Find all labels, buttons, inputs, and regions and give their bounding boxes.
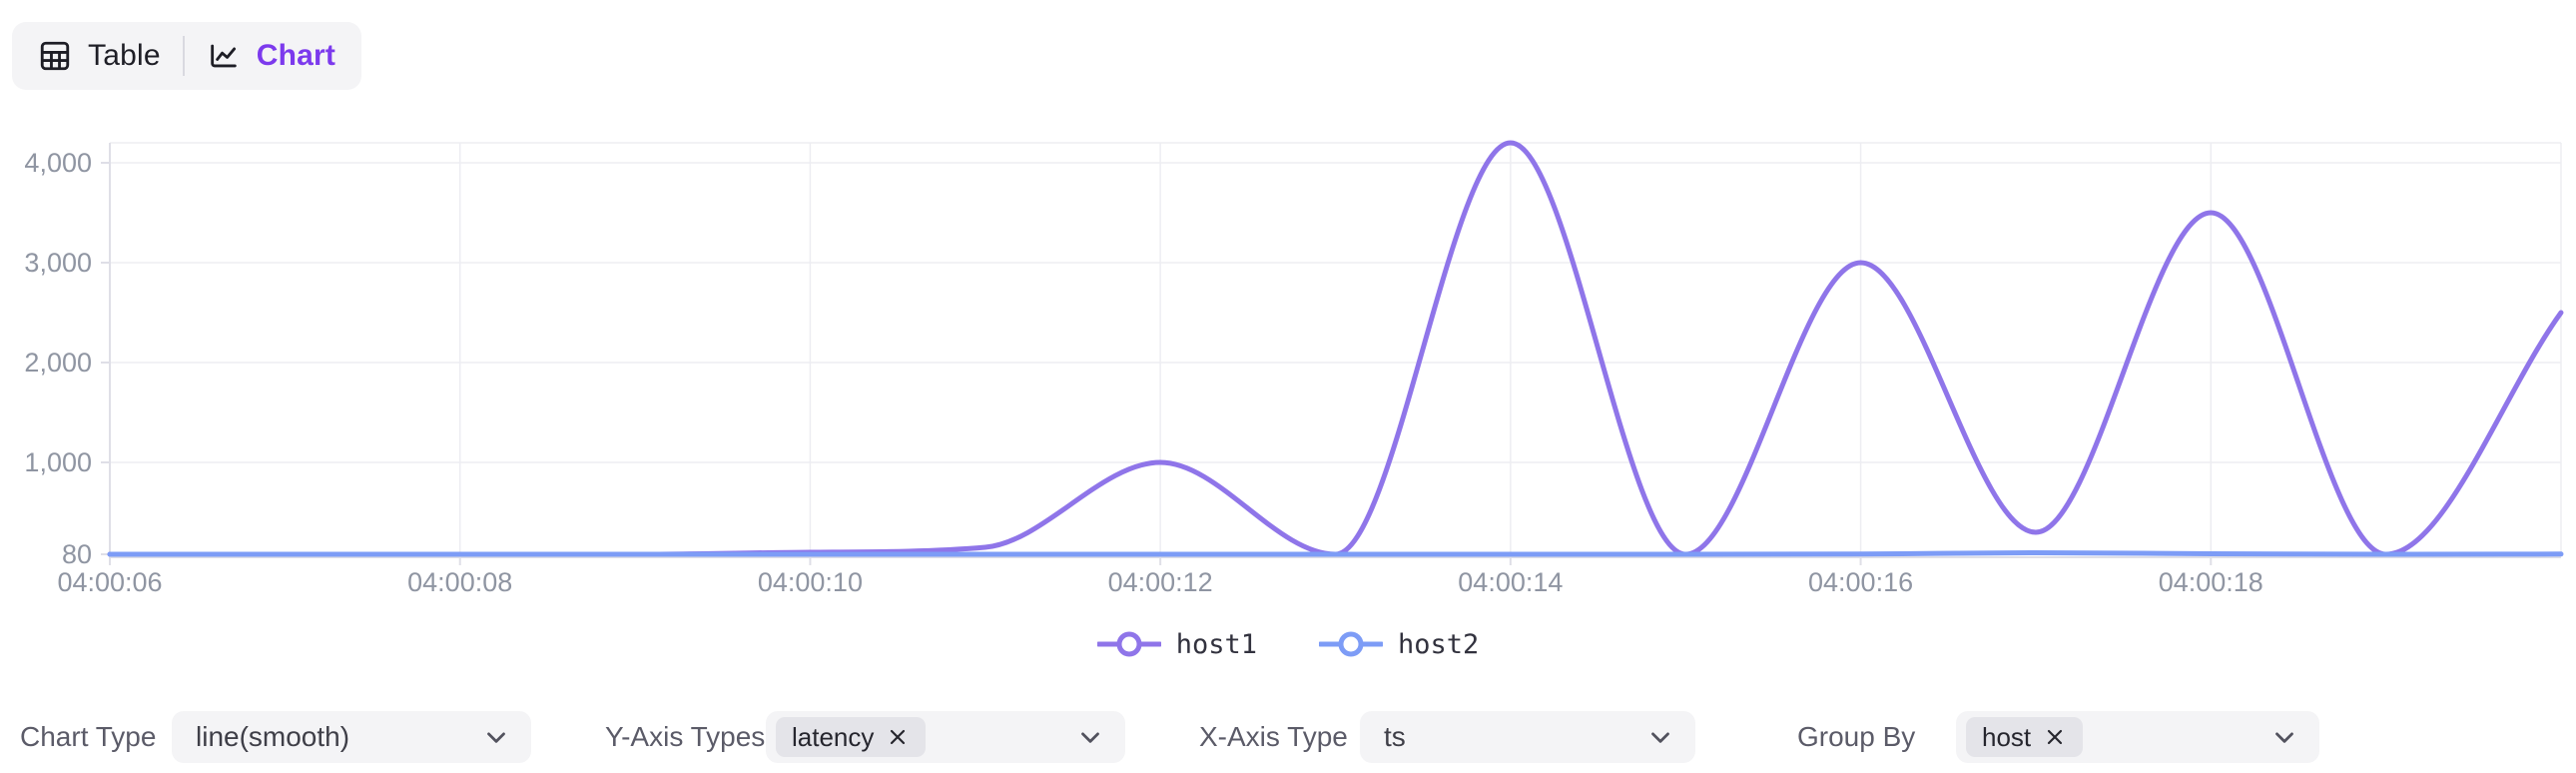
x-tick-label: 04:00:12 [1070, 567, 1250, 598]
chart-type-value: line(smooth) [196, 721, 481, 753]
x-axis-type-value: ts [1384, 721, 1645, 753]
chart-controls: Chart Type line(smooth) Y-Axis Types lat… [0, 709, 2576, 765]
y-axis-tag-latency[interactable]: latency [776, 717, 926, 757]
remove-tag-icon[interactable] [886, 725, 910, 749]
tag-label: host [1982, 722, 2031, 753]
tag-label: latency [792, 722, 874, 753]
legend-marker-host2 [1319, 629, 1383, 659]
y-tick-label: 3,000 [0, 248, 92, 279]
legend-label-host2: host2 [1398, 629, 1479, 660]
group-by-label: Group By [1797, 709, 1915, 765]
chart-view-page: Table Chart 801,0002,0003,0004,00004:00:… [0, 0, 2576, 773]
legend-label-host1: host1 [1176, 629, 1257, 660]
x-tick-label: 04:00:10 [720, 567, 900, 598]
chevron-down-icon [481, 722, 511, 752]
remove-tag-icon[interactable] [2043, 725, 2067, 749]
y-tick-label: 1,000 [0, 447, 92, 478]
x-tick-label: 04:00:08 [370, 567, 550, 598]
chart-type-label: Chart Type [20, 709, 156, 765]
y-tick-label: 80 [0, 539, 92, 570]
legend-marker-host1 [1097, 629, 1161, 659]
chart-legend: host1 host2 [0, 619, 2576, 669]
chevron-down-icon [2269, 722, 2299, 752]
x-tick-label: 04:00:18 [2121, 567, 2300, 598]
x-tick-label: 04:00:14 [1421, 567, 1601, 598]
group-by-tag-host[interactable]: host [1966, 717, 2083, 757]
chevron-down-icon [1645, 722, 1675, 752]
x-axis-type-label: X-Axis Type [1199, 709, 1348, 765]
x-tick-label: 04:00:06 [20, 567, 200, 598]
y-tick-label: 4,000 [0, 148, 92, 179]
y-axis-types-select[interactable]: latency [766, 711, 1125, 763]
chevron-down-icon [1075, 722, 1105, 752]
y-axis-types-label: Y-Axis Types [605, 709, 765, 765]
x-axis-type-select[interactable]: ts [1360, 711, 1695, 763]
y-tick-label: 2,000 [0, 348, 92, 379]
legend-item-host1[interactable]: host1 [1097, 629, 1257, 660]
legend-item-host2[interactable]: host2 [1319, 629, 1479, 660]
x-tick-label: 04:00:16 [1771, 567, 1951, 598]
chart-type-select[interactable]: line(smooth) [172, 711, 531, 763]
group-by-select[interactable]: host [1956, 711, 2319, 763]
